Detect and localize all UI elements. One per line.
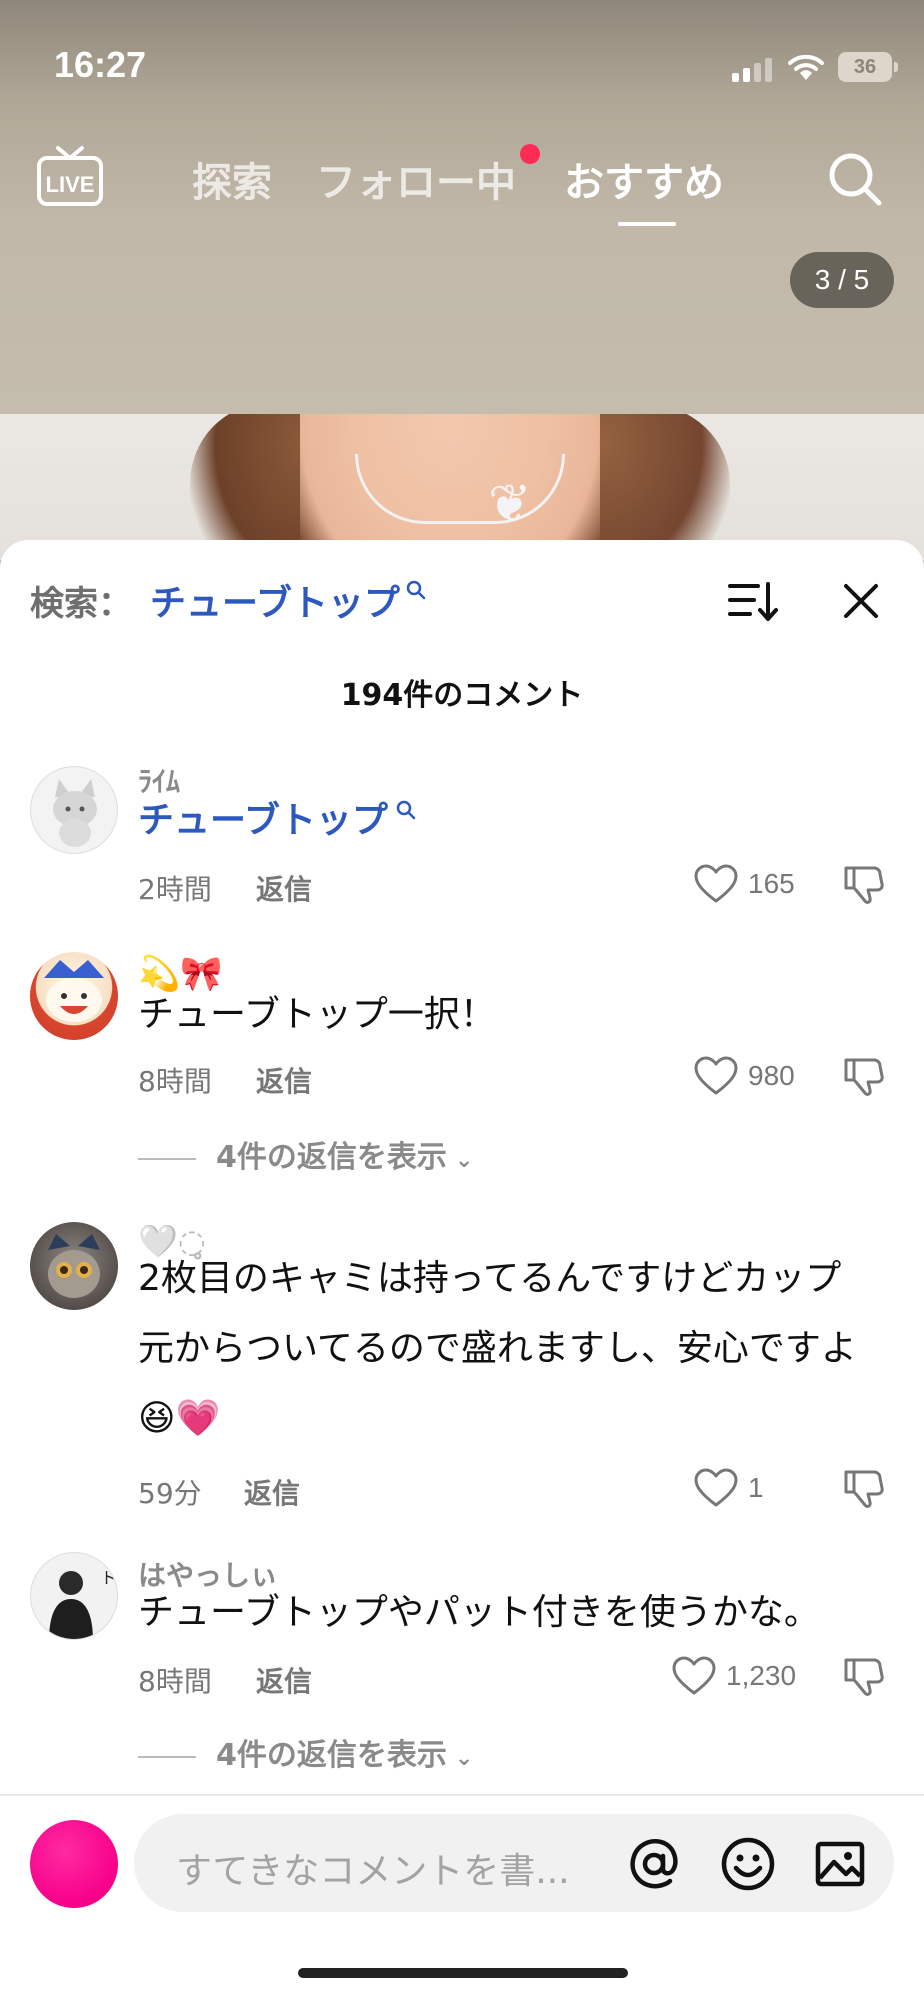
comment-item: ﾗｲﾑ チューブトップ 2時間 返信 165 [0, 760, 924, 960]
butterfly-pendant: ❦ [488, 474, 532, 534]
view-replies-label: 4件の返信を表示 [216, 1738, 447, 1773]
comment-emoji-line: 😆💗 [138, 1398, 221, 1439]
live-icon[interactable]: LIVE [36, 144, 104, 208]
wifi-icon [788, 54, 824, 80]
reply-button[interactable]: 返信 [256, 1060, 312, 1100]
reply-button[interactable]: 返信 [256, 868, 312, 908]
like-count: 980 [748, 1060, 795, 1091]
divider-line [138, 1157, 196, 1160]
view-replies-label: 4件の返信を表示 [216, 1140, 447, 1175]
chevron-down-icon: ⌄ [454, 1746, 474, 1771]
comment-time: 8時間 [138, 1065, 212, 1098]
comments-header: 検索： チューブトップ 194件のコメント [0, 540, 924, 713]
cat-avatar-icon [53, 779, 97, 847]
comment-input-placeholder[interactable]: すてきなコメントを書... [176, 1842, 570, 1894]
comment-search-link[interactable]: チューブトップ [138, 786, 388, 856]
avatar[interactable] [30, 766, 118, 854]
thumbs-down-icon[interactable] [842, 862, 886, 906]
emoji-icon[interactable] [720, 1836, 776, 1892]
sort-icon[interactable] [726, 578, 778, 624]
search-icon[interactable] [826, 150, 884, 208]
active-tab-indicator [618, 222, 676, 226]
avatar[interactable]: ド [30, 1552, 118, 1640]
status-time: 16:27 [54, 44, 147, 85]
tab-explore[interactable]: 探索 [192, 150, 272, 208]
view-replies-button[interactable]: 4件の返信を表示 ⌄ [138, 1730, 473, 1774]
like-count: 165 [748, 868, 795, 899]
person-avatar-icon: ド [49, 1568, 117, 1639]
comment-text-line: 元からついてるので盛れますし、安心ですよ [138, 1328, 857, 1369]
svg-text:ド: ド [101, 1568, 117, 1587]
reply-button[interactable]: 返信 [244, 1472, 300, 1512]
notification-dot [520, 144, 540, 164]
video-frame: ❦ [0, 414, 924, 560]
home-indicator [298, 1968, 628, 1978]
like-count: 1,230 [726, 1660, 797, 1691]
comment-text-line: 2枚目のキャミは持ってるんですけどカップ [138, 1258, 842, 1299]
thumbs-down-icon[interactable] [842, 1654, 886, 1698]
heart-icon[interactable] [694, 864, 738, 904]
heart-icon[interactable] [694, 1056, 738, 1096]
thumbs-down-icon[interactable] [842, 1466, 886, 1510]
photo-page-indicator: 3 / 5 [790, 252, 894, 308]
search-term-link[interactable]: チューブトップ [150, 574, 400, 626]
heart-icon[interactable] [694, 1468, 738, 1508]
divider-line [138, 1755, 196, 1758]
tab-following[interactable]: フォロー中 [316, 150, 516, 208]
comment-text: チューブトップ一択！ [138, 994, 496, 1035]
reply-button[interactable]: 返信 [256, 1660, 312, 1700]
close-icon[interactable] [840, 580, 882, 622]
avatar[interactable] [30, 952, 118, 1040]
comment-time: 8時間 [138, 1665, 212, 1698]
battery-indicator: 36 [838, 52, 898, 82]
status-bar: 16:27 36 [0, 0, 924, 130]
top-navigation: LIVE 探索 フォロー中 おすすめ [0, 130, 924, 240]
search-link-icon [406, 580, 426, 600]
comment-time: 2時間 [138, 873, 212, 906]
svg-text:LIVE: LIVE [46, 172, 95, 197]
avatar[interactable] [30, 1222, 118, 1310]
image-icon[interactable] [814, 1838, 866, 1890]
mention-icon[interactable] [626, 1836, 682, 1892]
composer-divider [0, 1794, 924, 1796]
my-avatar[interactable] [30, 1820, 118, 1908]
comment-text: チューブトップやパット付きを使うかな。 [138, 1592, 820, 1633]
search-label: 検索： [30, 584, 132, 624]
heart-icon[interactable] [672, 1656, 716, 1696]
tab-for-you[interactable]: おすすめ [564, 150, 724, 208]
thumbs-down-icon[interactable] [842, 1054, 886, 1098]
rabbit-avatar-icon [48, 1234, 100, 1298]
like-count: 1 [748, 1472, 764, 1503]
comment-item: 💫🎀 チューブトップ一択！ 8時間 返信 980 4件の返信を表示 ⌄ [0, 952, 924, 1175]
cellular-signal-icon [732, 56, 774, 82]
comment-item: 🤍◌̥ 2枚目のキャミは持ってるんですけどカップ 元からついてるので盛れますし、… [0, 1220, 924, 1520]
comment-time: 59分 [138, 1477, 202, 1510]
character-avatar-icon [44, 960, 104, 1022]
comment-count: 194件のコメント [340, 678, 584, 713]
comments-sheet: 検索： チューブトップ 194件のコメント ﾗｲﾑ チューブトップ 2時間 返信… [0, 540, 924, 2000]
search-link-icon [396, 800, 416, 820]
view-replies-button[interactable]: 4件の返信を表示 ⌄ [138, 1132, 473, 1176]
chevron-down-icon: ⌄ [454, 1148, 474, 1173]
comment-item: ド はやっしぃ チューブトップやパット付きを使うかな。 8時間 返信 1,230… [0, 1552, 924, 1792]
